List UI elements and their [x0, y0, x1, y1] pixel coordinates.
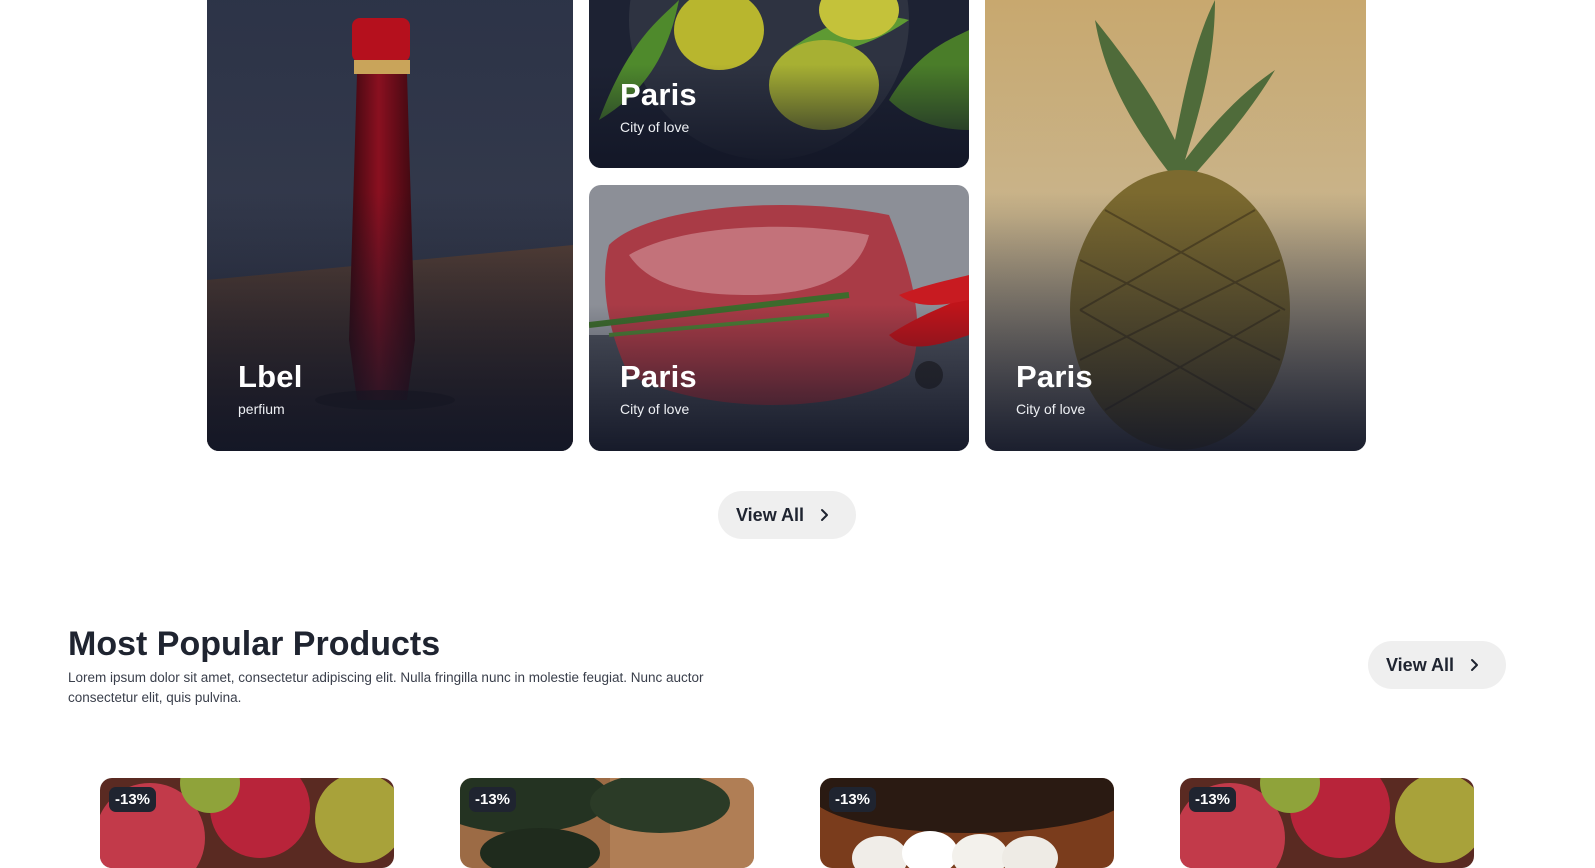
chevron-right-icon	[1471, 659, 1479, 671]
collection-card-paris-steak[interactable]: Paris City of love	[589, 185, 969, 451]
collection-card-paris-lemons[interactable]: Paris City of love	[589, 0, 969, 168]
product-card[interactable]: -13%	[100, 778, 394, 868]
card-subtitle: City of love	[620, 119, 690, 135]
discount-badge: -13%	[469, 787, 517, 812]
discount-badge: -13%	[1189, 787, 1237, 812]
collection-card-paris-pineapple[interactable]: Paris City of love	[985, 0, 1366, 451]
view-all-label: View All	[1386, 654, 1455, 675]
card-title: Paris	[1016, 359, 1093, 394]
product-card[interactable]: -13%	[1180, 778, 1474, 868]
card-subtitle: City of love	[1016, 401, 1086, 417]
view-all-label: View All	[736, 504, 805, 525]
product-card[interactable]: -13%	[460, 778, 754, 868]
discount-badge: -13%	[829, 787, 877, 812]
card-title: Paris	[620, 359, 697, 394]
card-title: Lbel	[238, 359, 303, 394]
section-description: Lorem ipsum dolor sit amet, consectetur …	[68, 670, 704, 705]
card-title: Paris	[620, 77, 697, 112]
chevron-right-icon	[821, 509, 829, 521]
card-subtitle: perfium	[238, 401, 285, 417]
section-title: Most Popular Products	[68, 625, 441, 663]
card-subtitle: City of love	[620, 401, 690, 417]
popular-view-all-button[interactable]: View All	[1368, 641, 1506, 689]
collections-view-all-button[interactable]: View All	[718, 491, 856, 539]
discount-badge: -13%	[109, 787, 157, 812]
product-card[interactable]: -13%	[820, 778, 1114, 868]
collection-card-lbel[interactable]: Lbel perfium	[207, 0, 573, 451]
